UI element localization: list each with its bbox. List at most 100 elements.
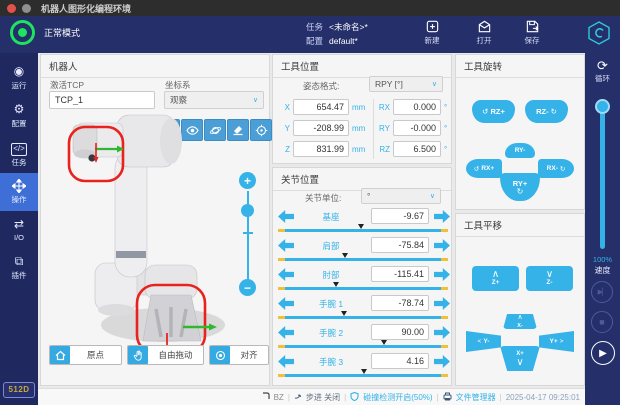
y-input[interactable] — [293, 120, 349, 136]
joint-slider[interactable] — [278, 374, 448, 377]
speed-slider-track[interactable] — [600, 101, 605, 249]
robot-3d-view[interactable] — [43, 113, 269, 357]
joint-label[interactable]: 肘部 — [301, 269, 361, 281]
joint-increase-button[interactable] — [434, 268, 450, 281]
minimize-button[interactable] — [22, 4, 31, 13]
slider-track[interactable] — [285, 374, 441, 377]
joint-slider[interactable] — [278, 229, 448, 232]
slider-marker[interactable] — [381, 340, 387, 345]
slider-marker[interactable] — [358, 224, 364, 229]
zoom-in-button[interactable]: + — [239, 172, 256, 189]
joint-increase-button[interactable] — [434, 239, 450, 252]
chevron-down-icon: ∨ — [430, 192, 435, 200]
jog-rz-minus-button[interactable]: RZ-↻ — [525, 100, 568, 123]
sidebar-item-task[interactable]: </> 任务 — [0, 135, 38, 173]
slider-marker[interactable] — [333, 282, 339, 287]
joint-label[interactable]: 肩部 — [301, 240, 361, 252]
sidebar-item-io[interactable]: ⇄ I/O — [0, 211, 38, 249]
joint-decrease-button[interactable] — [278, 355, 294, 368]
slider-track[interactable] — [285, 229, 441, 232]
joint-decrease-button[interactable] — [278, 239, 294, 252]
step-forward-button[interactable]: ▶▏ — [591, 281, 613, 303]
rx-input[interactable] — [393, 99, 441, 115]
joint-value-input[interactable] — [371, 266, 429, 282]
jog-y-plus-button[interactable]: Y+> — [539, 331, 574, 352]
joint-decrease-button[interactable] — [278, 268, 294, 281]
rz-input[interactable] — [393, 141, 441, 157]
new-task-button[interactable]: 新建 — [414, 19, 450, 46]
collision-status[interactable]: 碰撞检测开启(50%) — [363, 392, 432, 403]
joint-value-input[interactable] — [371, 208, 429, 224]
joint-value-input[interactable] — [371, 295, 429, 311]
joint-increase-button[interactable] — [434, 210, 450, 223]
joint-increase-button[interactable] — [434, 326, 450, 339]
joint-value-input[interactable] — [371, 353, 429, 369]
jog-ry-minus-button[interactable]: RY- — [505, 143, 535, 158]
joint-slider[interactable] — [278, 258, 448, 261]
slider-track[interactable] — [285, 345, 441, 348]
close-button[interactable] — [7, 4, 16, 13]
frame-select[interactable]: 观察 ∨ — [164, 91, 264, 109]
joint-decrease-button[interactable] — [278, 297, 294, 310]
joint-label[interactable]: 基座 — [301, 211, 361, 223]
align-button[interactable]: 对齐 — [209, 345, 269, 365]
joint-label[interactable]: 手腕 3 — [301, 356, 361, 368]
joint-value-input[interactable] — [371, 237, 429, 253]
save-button[interactable]: 保存 — [514, 19, 550, 46]
joint-label[interactable]: 手腕 2 — [301, 327, 361, 339]
timestamp: 2025-04-17 09:25:01 — [506, 393, 580, 402]
zoom-slider-handle[interactable] — [241, 204, 254, 217]
jog-y-minus-button[interactable]: <Y- — [466, 331, 501, 352]
joint-label[interactable]: 手腕 1 — [301, 298, 361, 310]
jog-z-plus-button[interactable]: ∧Z+ — [472, 266, 519, 291]
play-button[interactable]: ▶ — [591, 341, 615, 365]
free-drag-button[interactable]: 自由拖动 — [127, 345, 204, 365]
tool-translation-title: 工具平移 — [456, 214, 584, 237]
slider-track[interactable] — [285, 287, 441, 290]
slider-track[interactable] — [285, 316, 441, 319]
sidebar-item-config[interactable]: ⚙ 配置 — [0, 97, 38, 135]
jog-z-minus-button[interactable]: ∨Z- — [526, 266, 573, 291]
sidebar-item-run[interactable]: ◉ 运行 — [0, 59, 38, 97]
ry-input[interactable] — [393, 120, 441, 136]
joint-increase-button[interactable] — [434, 297, 450, 310]
z-input[interactable] — [293, 141, 349, 157]
step-status[interactable]: 步进 关闭 — [306, 392, 340, 403]
x-input[interactable] — [293, 99, 349, 115]
jog-rx-minus-button[interactable]: RX-↻ — [538, 159, 574, 178]
chevron-down-icon: ∨ — [516, 358, 523, 367]
jog-rz-plus-button[interactable]: ↺RZ+ — [472, 100, 515, 123]
tcp-input[interactable] — [49, 91, 155, 109]
joint-decrease-button[interactable] — [278, 210, 294, 223]
joint-decrease-button[interactable] — [278, 326, 294, 339]
jog-x-minus-button[interactable]: ∧X- — [503, 314, 537, 329]
slider-marker[interactable] — [342, 253, 348, 258]
loop-button[interactable]: ⟳ 循环 — [585, 59, 620, 84]
joint-slider[interactable] — [278, 316, 448, 319]
tool-pos-row-ry: RY ° — [377, 120, 447, 136]
jog-rx-plus-button[interactable]: ↺RX+ — [466, 159, 502, 178]
bz-status: BZ — [274, 393, 284, 402]
joint-value-input[interactable] — [371, 324, 429, 340]
jog-x-plus-button[interactable]: X+∨ — [500, 346, 540, 371]
slider-marker[interactable] — [341, 311, 347, 316]
joint-unit-select[interactable]: ° ∨ — [361, 188, 441, 204]
play-icon: ▶ — [599, 348, 607, 359]
slider-track[interactable] — [285, 258, 441, 261]
pose-format-select[interactable]: RPY [°] ∨ — [369, 76, 443, 92]
joint-slider[interactable] — [278, 345, 448, 348]
open-button[interactable]: 打开 — [466, 19, 502, 46]
slider-limit-right — [441, 287, 448, 290]
home-button[interactable]: 原点 — [49, 345, 122, 365]
joint-increase-button[interactable] — [434, 355, 450, 368]
jog-ry-plus-button[interactable]: RY+↻ — [500, 173, 540, 201]
stop-button[interactable]: ■ — [591, 311, 613, 333]
sidebar-item-plugin[interactable]: ⧉ 插件 — [0, 249, 38, 287]
zoom-out-button[interactable]: − — [239, 279, 256, 296]
joint-slider[interactable] — [278, 287, 448, 290]
speed-percent: 100% — [585, 255, 620, 264]
slider-marker[interactable] — [361, 369, 367, 374]
file-manager-link[interactable]: 文件管理器 — [456, 392, 496, 403]
speed-slider-handle[interactable] — [595, 99, 610, 114]
sidebar-item-operate[interactable]: 操作 — [0, 173, 38, 211]
